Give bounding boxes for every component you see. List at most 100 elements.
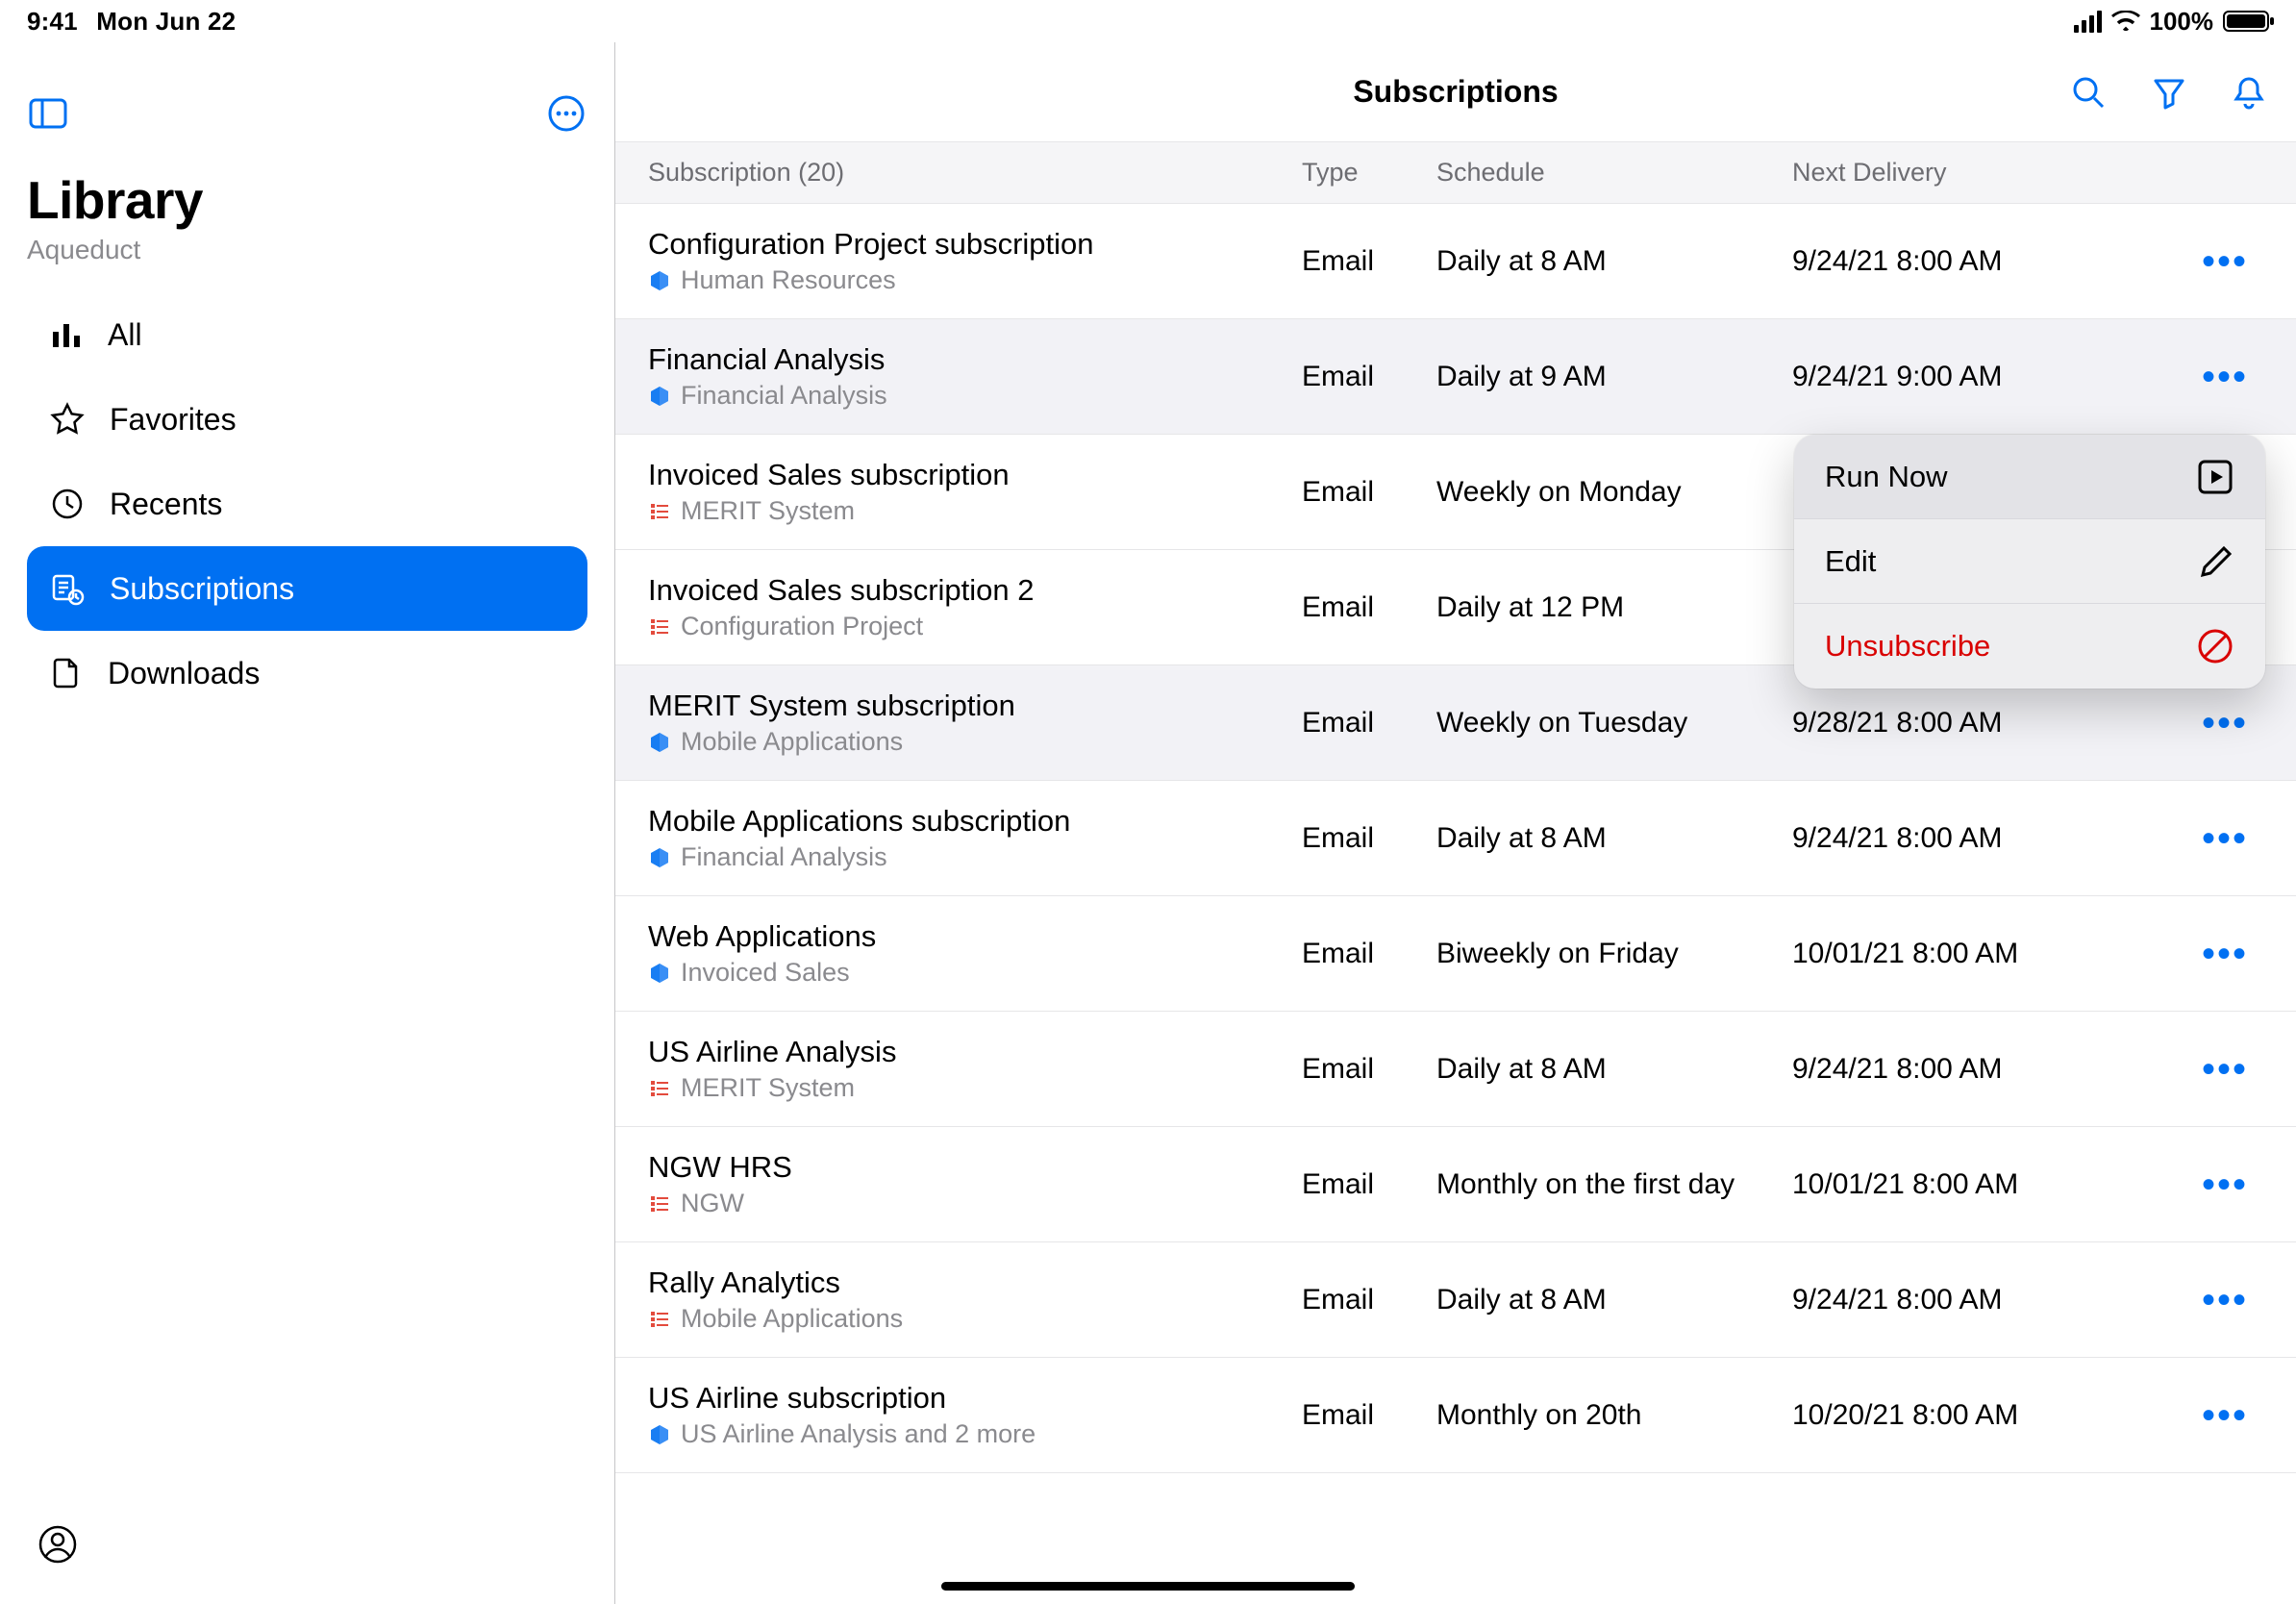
row-next: 10/01/21 8:00 AM bbox=[1792, 938, 2158, 970]
row-source: MERIT System bbox=[648, 1073, 1302, 1103]
cube-icon bbox=[648, 846, 671, 869]
battery-pct: 100% bbox=[2150, 7, 2214, 37]
row-title: Mobile Applications subscription bbox=[648, 804, 1302, 839]
row-source: Configuration Project bbox=[648, 612, 1302, 641]
row-type: Email bbox=[1302, 1284, 1436, 1316]
row-next: 9/24/21 8:00 AM bbox=[1792, 245, 2158, 278]
row-type: Email bbox=[1302, 938, 1436, 970]
row-schedule: Daily at 8 AM bbox=[1436, 245, 1792, 278]
search-button[interactable] bbox=[2071, 71, 2106, 113]
cube-icon bbox=[648, 385, 671, 408]
sidebar-item-label: Subscriptions bbox=[110, 571, 294, 607]
row-source: Financial Analysis bbox=[648, 842, 1302, 872]
row-schedule: Daily at 9 AM bbox=[1436, 361, 1792, 393]
row-type: Email bbox=[1302, 1168, 1436, 1201]
row-title: Configuration Project subscription bbox=[648, 227, 1302, 262]
row-title: NGW HRS bbox=[648, 1150, 1302, 1185]
run-now-label: Run Now bbox=[1825, 460, 1948, 494]
subscriptions-icon bbox=[50, 571, 85, 606]
row-title: Financial Analysis bbox=[648, 342, 1302, 377]
more-button[interactable] bbox=[545, 92, 587, 135]
row-source: US Airline Analysis and 2 more bbox=[648, 1419, 1302, 1449]
row-schedule: Daily at 8 AM bbox=[1436, 1053, 1792, 1086]
row-actions-popover: Run Now Edit Unsubscribe bbox=[1794, 435, 2265, 689]
row-type: Email bbox=[1302, 245, 1436, 278]
table-row[interactable]: NGW HRSNGWEmailMonthly on the first day1… bbox=[615, 1127, 2296, 1242]
sidebar-item-downloads[interactable]: Downloads bbox=[27, 631, 587, 715]
battery-icon bbox=[2223, 11, 2269, 32]
list-icon bbox=[648, 1077, 671, 1100]
col-next: Next Delivery bbox=[1792, 158, 2158, 188]
sidebar-item-all[interactable]: All bbox=[27, 292, 587, 377]
main-header: Subscriptions bbox=[615, 42, 2296, 142]
row-type: Email bbox=[1302, 1053, 1436, 1086]
row-source: MERIT System bbox=[648, 496, 1302, 526]
notifications-button[interactable] bbox=[2233, 71, 2265, 113]
row-source: Mobile Applications bbox=[648, 1304, 1302, 1334]
pencil-icon bbox=[2198, 543, 2234, 580]
row-next: 9/24/21 8:00 AM bbox=[1792, 1284, 2158, 1316]
row-next: 9/24/21 9:00 AM bbox=[1792, 361, 2158, 393]
table-row[interactable]: US Airline Analysis MERIT SystemEmailDail… bbox=[615, 1012, 2296, 1127]
list-icon bbox=[648, 615, 671, 639]
cellular-icon bbox=[2074, 11, 2102, 33]
row-next: 9/24/21 8:00 AM bbox=[1792, 1053, 2158, 1086]
sidebar-icon bbox=[29, 98, 67, 129]
col-schedule: Schedule bbox=[1436, 158, 1792, 188]
row-title: US Airline subscription bbox=[648, 1381, 1302, 1416]
row-type: Email bbox=[1302, 476, 1436, 509]
sidebar-item-subscriptions[interactable]: Subscriptions bbox=[27, 546, 587, 631]
edit-button[interactable]: Edit bbox=[1794, 519, 2265, 604]
row-next: 9/24/21 8:00 AM bbox=[1792, 822, 2158, 855]
row-title: US Airline Analysis bbox=[648, 1035, 1302, 1069]
sidebar-item-label: All bbox=[108, 317, 142, 353]
profile-button[interactable] bbox=[37, 1523, 79, 1566]
status-time: 9:41 bbox=[27, 7, 78, 36]
row-type: Email bbox=[1302, 1399, 1436, 1432]
row-schedule: Daily at 8 AM bbox=[1436, 1284, 1792, 1316]
row-title: MERIT System subscription bbox=[648, 689, 1302, 723]
row-source: Financial Analysis bbox=[648, 381, 1302, 411]
edit-label: Edit bbox=[1825, 544, 1876, 579]
cube-icon bbox=[648, 1423, 671, 1446]
table-row[interactable]: Configuration Project subscriptionHuman … bbox=[615, 204, 2296, 319]
filter-icon bbox=[2152, 75, 2186, 110]
wifi-icon bbox=[2111, 11, 2140, 32]
table-row[interactable]: US Airline subscriptionUS Airline Analys… bbox=[615, 1358, 2296, 1473]
status-right: 100% bbox=[2074, 7, 2270, 37]
row-title: Rally Analytics bbox=[648, 1266, 1302, 1300]
table-header: Subscription (20) Type Schedule Next Del… bbox=[615, 142, 2296, 204]
row-next: 10/20/21 8:00 AM bbox=[1792, 1399, 2158, 1432]
row-type: Email bbox=[1302, 591, 1436, 624]
unsubscribe-button[interactable]: Unsubscribe bbox=[1794, 604, 2265, 689]
sidebar-item-recents[interactable]: Recents bbox=[27, 462, 587, 546]
ellipsis-circle-icon bbox=[547, 94, 586, 133]
row-next: 10/01/21 8:00 AM bbox=[1792, 1168, 2158, 1201]
sidebar-item-label: Downloads bbox=[108, 656, 260, 691]
run-now-button[interactable]: Run Now bbox=[1794, 435, 2265, 519]
filter-button[interactable] bbox=[2152, 71, 2186, 113]
col-type: Type bbox=[1302, 158, 1436, 188]
table-row[interactable]: Mobile Applications subscriptionFinancia… bbox=[615, 781, 2296, 896]
row-source: Mobile Applications bbox=[648, 727, 1302, 757]
content-title: Subscriptions bbox=[819, 74, 2092, 110]
row-schedule: Weekly on Monday bbox=[1436, 476, 1792, 509]
cube-icon bbox=[648, 269, 671, 292]
sidebar: Library Aqueduct All Favorites Recents S… bbox=[0, 42, 615, 1604]
list-icon bbox=[648, 1308, 671, 1331]
row-source: Invoiced Sales bbox=[648, 958, 1302, 988]
row-source: NGW bbox=[648, 1189, 1302, 1218]
toggle-sidebar-button[interactable] bbox=[27, 92, 69, 135]
table-row[interactable]: Financial AnalysisFinancial AnalysisEmai… bbox=[615, 319, 2296, 435]
table-row[interactable]: Web ApplicationsInvoiced SalesEmailBiwee… bbox=[615, 896, 2296, 1012]
main: Subscriptions Subscription (20) Type Sch… bbox=[615, 42, 2296, 1604]
table-row[interactable]: Rally Analytics Mobile ApplicationsEmailD… bbox=[615, 1242, 2296, 1358]
row-type: Email bbox=[1302, 822, 1436, 855]
row-schedule: Daily at 12 PM bbox=[1436, 591, 1792, 624]
cube-icon bbox=[648, 731, 671, 754]
row-source: Human Resources bbox=[648, 265, 1302, 295]
play-square-icon bbox=[2196, 458, 2234, 496]
home-indicator bbox=[941, 1582, 1355, 1591]
star-icon bbox=[50, 402, 85, 437]
sidebar-item-favorites[interactable]: Favorites bbox=[27, 377, 587, 462]
